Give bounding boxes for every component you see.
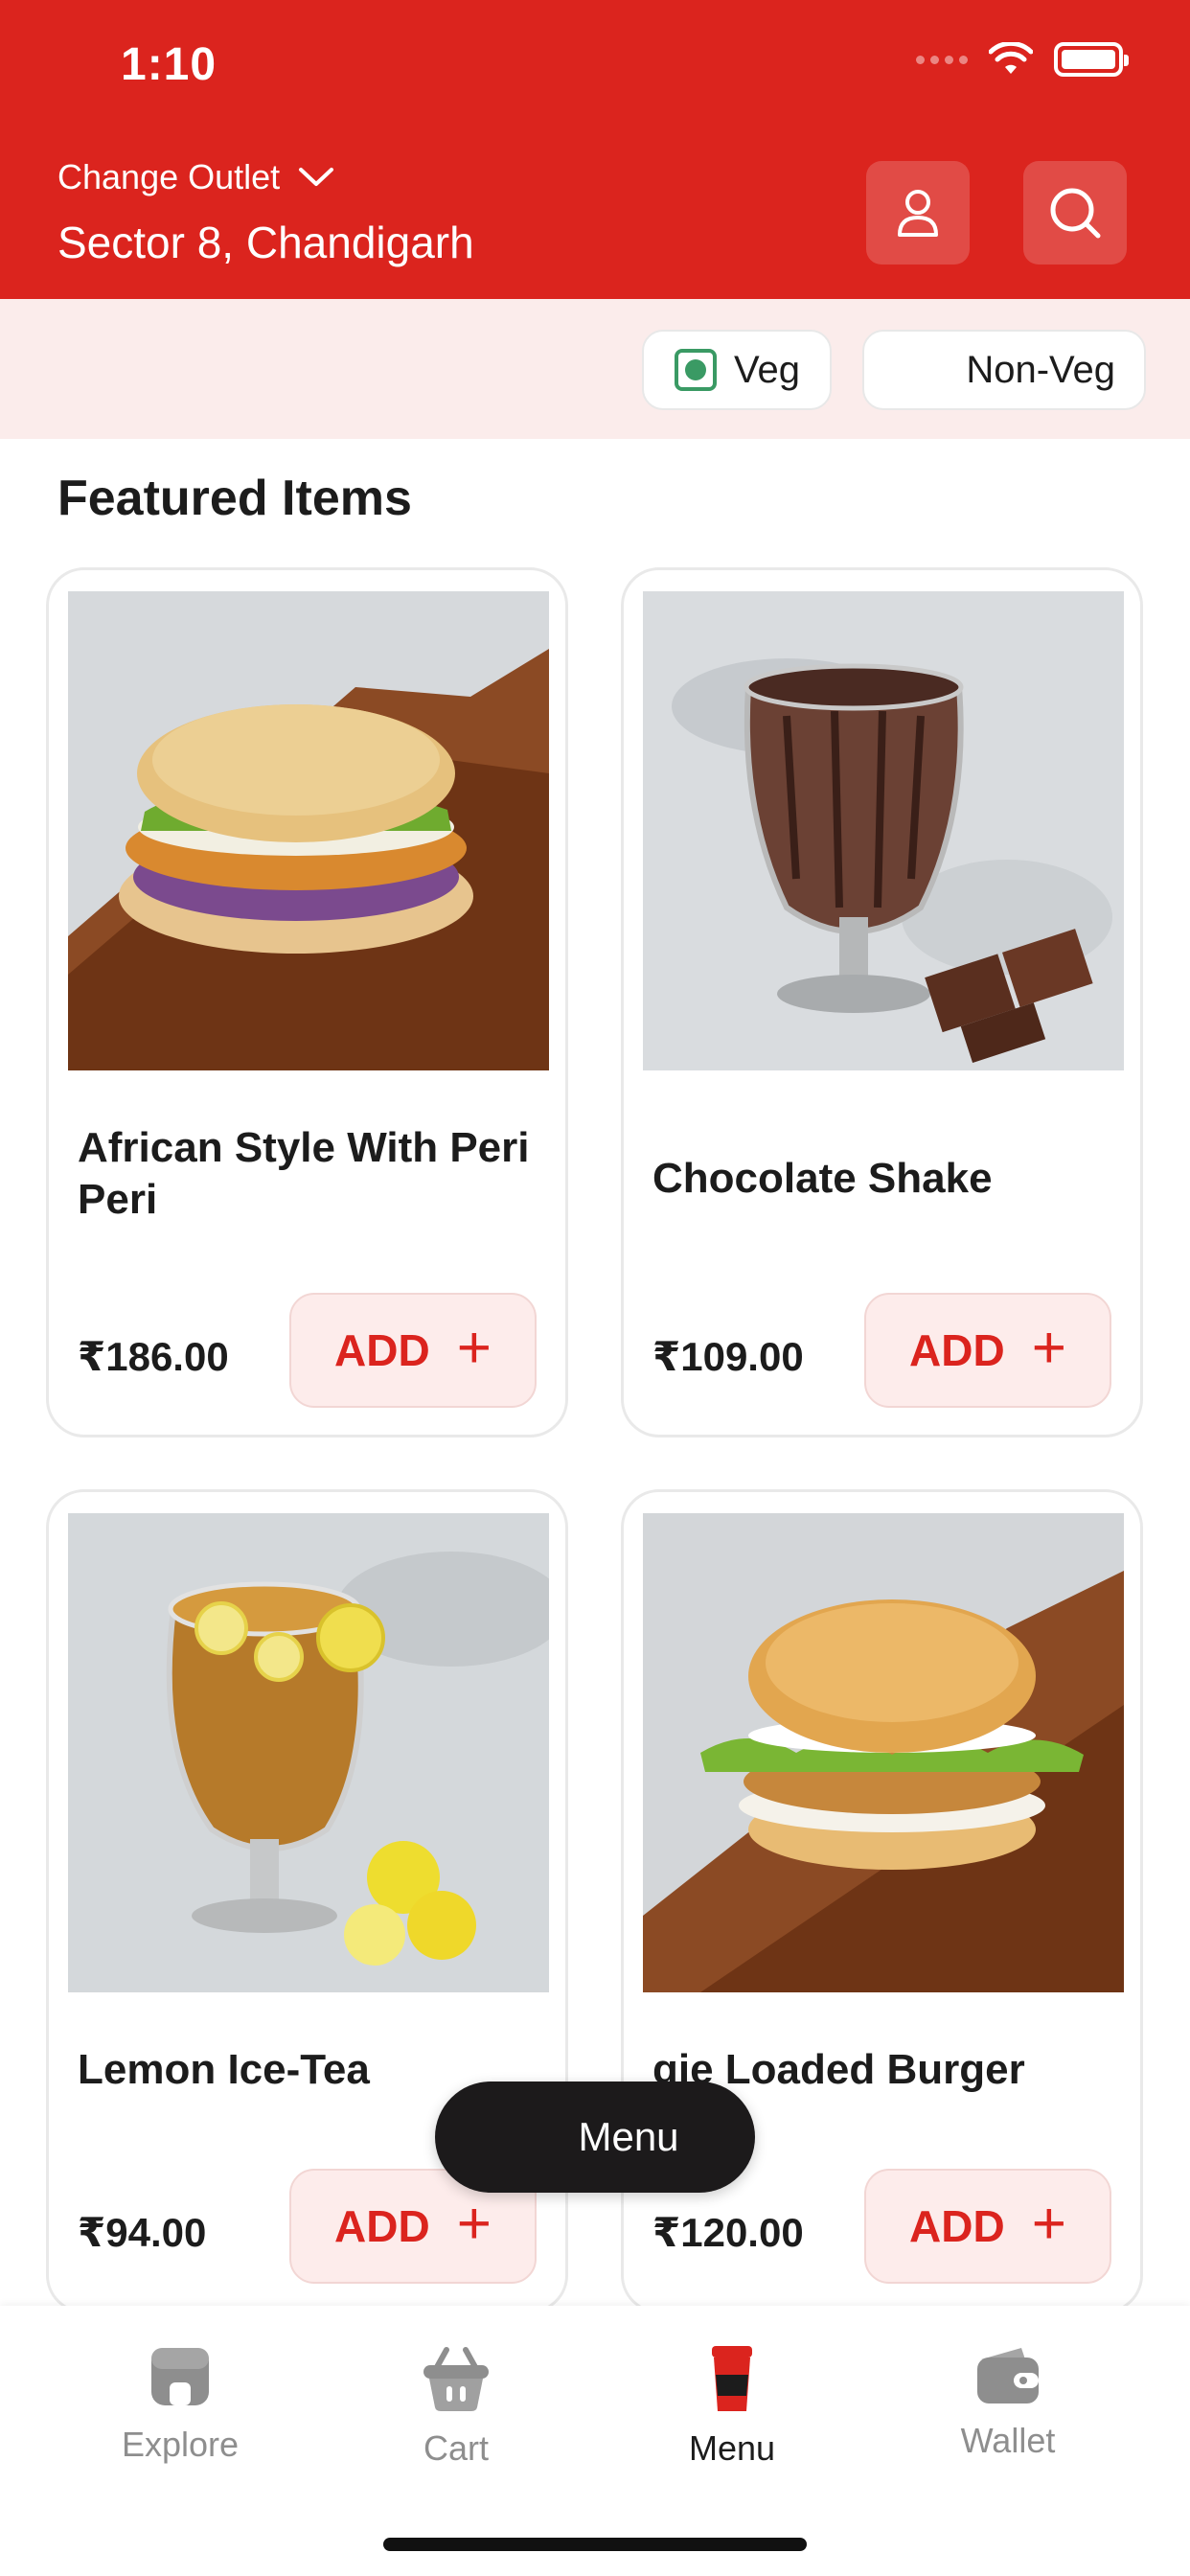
status-time: 1:10 — [121, 39, 217, 90]
product-card[interactable]: African Style With Peri Peri ₹186.00 ADD… — [46, 567, 568, 1438]
add-label: ADD — [334, 2201, 430, 2251]
veg-filter-label: Veg — [734, 348, 800, 391]
nav-label: Menu — [688, 2428, 776, 2468]
profile-button[interactable] — [866, 161, 970, 264]
product-price: ₹186.00 — [78, 1334, 229, 1379]
home-indicator — [383, 2538, 807, 2551]
nonveg-filter-label: Non-Veg — [966, 348, 1115, 391]
store-icon — [151, 2348, 209, 2405]
nav-item-explore[interactable]: Explore — [84, 2344, 276, 2465]
product-image[interactable] — [643, 591, 1124, 1070]
search-icon — [1050, 188, 1101, 239]
app-header: 1:10 Change Outlet Sector 8, Chandigarh — [0, 0, 1190, 299]
nav-item-menu[interactable]: Menu — [636, 2344, 828, 2469]
wifi-icon — [989, 42, 1033, 74]
signal-icon — [916, 55, 968, 64]
veg-filter-chip[interactable]: Veg — [642, 330, 832, 410]
product-name[interactable]: Chocolate Shake — [652, 1153, 1132, 1205]
add-to-cart-button[interactable]: ADD + — [864, 1293, 1111, 1408]
search-button[interactable] — [1023, 161, 1127, 264]
diet-filter-bar: Veg Non-Veg — [0, 299, 1190, 439]
bottom-nav: Explore Cart Menu Wallet — [0, 2306, 1190, 2576]
veg-icon — [675, 349, 717, 391]
plus-icon: + — [456, 1315, 492, 1381]
nav-label: Explore — [121, 2425, 240, 2464]
menu-pill-button[interactable]: Menu — [435, 2082, 755, 2193]
add-to-cart-button[interactable]: ADD + — [864, 2169, 1111, 2284]
plus-icon: + — [1031, 2191, 1066, 2257]
outlet-name[interactable]: Sector 8, Chandigarh — [57, 217, 474, 268]
status-icons — [916, 42, 1129, 77]
product-name[interactable]: African Style With Peri Peri — [78, 1122, 557, 1226]
plus-icon: + — [1031, 1315, 1066, 1381]
add-label: ADD — [334, 1325, 430, 1375]
product-image[interactable] — [643, 1513, 1124, 1992]
add-label: ADD — [909, 1325, 1005, 1375]
product-price: ₹109.00 — [652, 1334, 804, 1379]
section-title: Featured Items — [57, 471, 412, 526]
product-price: ₹94.00 — [78, 2210, 207, 2255]
nav-item-cart[interactable]: Cart — [360, 2344, 552, 2469]
product-image[interactable] — [68, 591, 549, 1070]
battery-icon — [1054, 42, 1129, 77]
product-card[interactable]: Chocolate Shake ₹109.00 ADD + — [621, 567, 1143, 1438]
change-outlet-label: Change Outlet — [57, 157, 281, 196]
nonveg-filter-chip[interactable]: Non-Veg — [862, 330, 1146, 410]
add-to-cart-button[interactable]: ADD + — [289, 1293, 537, 1408]
wallet-icon — [977, 2348, 1039, 2404]
user-icon — [898, 190, 938, 237]
product-price: ₹120.00 — [652, 2210, 804, 2255]
product-image[interactable] — [68, 1513, 549, 1992]
cup-icon — [712, 2346, 752, 2411]
basket-icon — [423, 2347, 489, 2411]
plus-icon: + — [456, 2191, 492, 2257]
nav-item-wallet[interactable]: Wallet — [912, 2344, 1104, 2461]
nav-label: Wallet — [960, 2421, 1056, 2460]
change-outlet-button[interactable]: Change Outlet — [57, 157, 335, 197]
chevron-down-icon — [299, 168, 334, 186]
nav-label: Cart — [423, 2428, 489, 2468]
add-label: ADD — [909, 2201, 1005, 2251]
